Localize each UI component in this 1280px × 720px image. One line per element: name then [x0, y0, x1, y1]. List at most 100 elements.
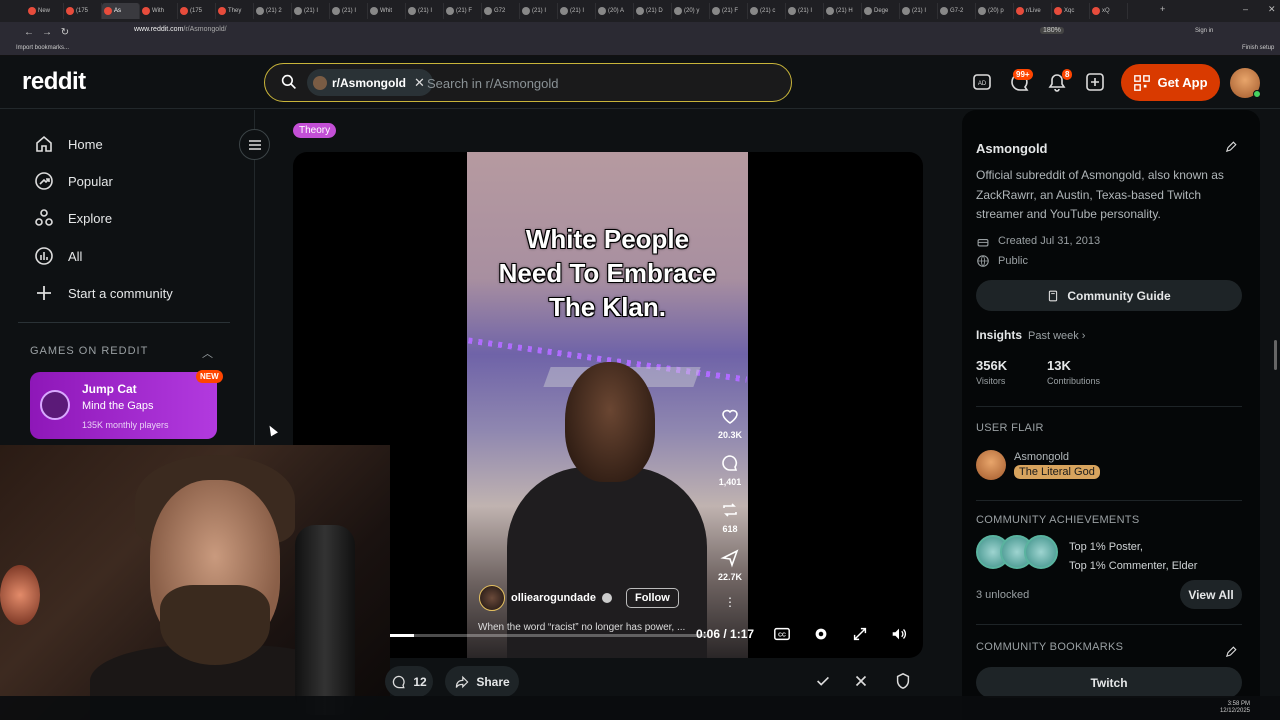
browser-tab[interactable]: (21) F — [444, 3, 482, 19]
browser-tab[interactable]: (21) I — [786, 3, 824, 19]
tab-label: (21) D — [646, 8, 663, 14]
remove-icon[interactable] — [848, 668, 874, 694]
browser-tab[interactable]: (21) 2 — [254, 3, 292, 19]
search-community-chip[interactable]: r/Asmongold ✕ — [307, 69, 433, 96]
forward-icon[interactable]: → — [38, 27, 56, 38]
new-tab-icon[interactable]: + — [1160, 4, 1165, 14]
search-bar[interactable]: r/Asmongold ✕ Search in r/Asmongold — [264, 63, 792, 102]
browser-tab[interactable]: (20) A — [596, 3, 634, 19]
browser-tab[interactable]: They — [216, 3, 254, 19]
page-scrollbar[interactable] — [1274, 340, 1277, 370]
repost-count: 618 — [722, 524, 738, 534]
browser-tab[interactable]: (21) D — [634, 3, 672, 19]
import-bookmarks-link[interactable]: Import bookmarks... — [16, 45, 69, 51]
sidebar-divider — [976, 406, 1242, 407]
url-field[interactable]: www.reddit.com/r/Asmongold/ — [134, 26, 227, 33]
browser-tab[interactable]: (21) I — [558, 3, 596, 19]
video-author[interactable]: olliearogundade Follow — [479, 585, 679, 611]
game-card-jump-cat[interactable]: Jump Cat Mind the Gaps 135K monthly play… — [30, 372, 217, 439]
minimize-icon[interactable]: – — [1243, 4, 1248, 14]
browser-tab[interactable]: (175 — [64, 3, 102, 19]
share-button[interactable]: Share — [445, 666, 519, 697]
browser-tab[interactable]: xQ — [1090, 3, 1128, 19]
browser-tab[interactable]: G7-2 — [938, 3, 976, 19]
browser-tab[interactable]: (21) H — [824, 3, 862, 19]
settings-gear-icon[interactable] — [812, 624, 830, 644]
visibility-label: Public — [998, 255, 1028, 267]
browser-tab[interactable]: Whit — [368, 3, 406, 19]
fullscreen-icon[interactable] — [851, 624, 869, 644]
create-post-icon[interactable] — [1085, 72, 1105, 92]
back-icon[interactable]: ← — [20, 27, 38, 38]
chevron-up-icon[interactable]: ︿ — [202, 345, 213, 361]
reddit-logo[interactable]: reddit — [22, 68, 86, 96]
close-window-icon[interactable]: ✕ — [1268, 4, 1276, 15]
browser-tab[interactable]: r/Live — [1014, 3, 1052, 19]
nav-item-all[interactable]: All — [34, 246, 82, 266]
browser-tab[interactable]: (21) I — [292, 3, 330, 19]
video-repost-button[interactable]: 618 — [715, 500, 745, 534]
like-count: 20.3K — [717, 430, 743, 440]
bookmark-twitch-button[interactable]: Twitch — [976, 667, 1242, 698]
view-all-button[interactable]: View All — [1180, 580, 1242, 609]
finish-setup-link[interactable]: Finish setup — [1242, 45, 1274, 51]
post-flair[interactable]: Theory — [293, 123, 337, 138]
more-options-icon[interactable]: ⋮ — [724, 595, 736, 609]
clock-time: 3:58 PM — [1227, 701, 1250, 707]
achievement-badges[interactable] — [976, 535, 1060, 571]
browser-tab[interactable]: As — [102, 3, 140, 19]
video-progress-bar[interactable] — [389, 634, 709, 637]
system-clock[interactable]: 3:58 PM 12/12/2025 — [1220, 701, 1250, 715]
flair-avatar — [976, 450, 1006, 480]
browser-tab[interactable]: (21) I — [520, 3, 558, 19]
video-time: 0:06 / 1:17 — [696, 627, 755, 641]
approve-icon[interactable] — [810, 668, 836, 694]
achievements-unlocked: 3 unlocked — [976, 589, 1030, 601]
advertise-icon[interactable]: AD — [972, 72, 992, 92]
get-app-button[interactable]: Get App — [1121, 64, 1220, 101]
games-heading[interactable]: GAMES ON REDDIT — [30, 345, 148, 357]
follow-button[interactable]: Follow — [625, 588, 679, 608]
browser-tab[interactable]: (20) p — [976, 3, 1014, 19]
insights-header[interactable]: Insights Past week › — [976, 328, 1085, 342]
zoom-level[interactable]: 180% — [1040, 27, 1064, 34]
browser-tab[interactable]: (175 — [178, 3, 216, 19]
browser-tab[interactable]: Xqc — [1052, 3, 1090, 19]
browser-tab[interactable]: With — [140, 3, 178, 19]
video-like-button[interactable]: 20.3K — [715, 406, 745, 440]
tab-favicon-icon — [522, 7, 530, 15]
collapse-nav-button[interactable] — [239, 129, 270, 160]
edit-bookmarks-icon[interactable] — [1221, 642, 1241, 662]
insights-period[interactable]: Past week — [1028, 330, 1079, 342]
browser-tab[interactable]: New — [26, 3, 64, 19]
tab-label: (175 — [76, 8, 89, 14]
browser-tab[interactable]: G72 — [482, 3, 520, 19]
comments-button[interactable]: 12 — [385, 666, 433, 697]
nav-item-popular[interactable]: Popular — [34, 171, 113, 191]
browser-tab[interactable]: (21) I — [330, 3, 368, 19]
search-input[interactable]: Search in r/Asmongold — [427, 76, 559, 91]
volume-icon[interactable] — [890, 624, 908, 644]
user-avatar[interactable] — [1230, 68, 1261, 98]
browser-tab[interactable]: (21) I — [406, 3, 444, 19]
achievement-badge-icon — [1024, 535, 1058, 569]
clear-chip-icon[interactable]: ✕ — [414, 75, 425, 91]
nav-item-explore[interactable]: Explore — [34, 208, 112, 228]
browser-tab[interactable]: Dege — [862, 3, 900, 19]
browser-tab[interactable]: (21) c — [748, 3, 786, 19]
nav-label: Explore — [68, 210, 113, 226]
video-share-button[interactable]: 22.7K — [715, 548, 745, 582]
video-comment-button[interactable]: 1,401 — [715, 453, 745, 487]
sign-in-link[interactable]: Sign in — [1195, 28, 1213, 34]
browser-tab[interactable]: (21) I — [900, 3, 938, 19]
community-guide-button[interactable]: Community Guide — [976, 280, 1242, 311]
edit-pencil-icon[interactable] — [1221, 137, 1241, 157]
nav-item-start-community[interactable]: Start a community — [34, 283, 173, 303]
reload-icon[interactable]: ↻ — [56, 27, 74, 38]
captions-icon[interactable]: CC — [773, 624, 791, 644]
browser-tab[interactable]: (20) y — [672, 3, 710, 19]
mod-shield-icon[interactable] — [890, 668, 916, 694]
nav-item-home[interactable]: Home — [34, 134, 103, 154]
browser-tab[interactable]: (21) F — [710, 3, 748, 19]
achievement-item: Top 1% Commenter, Elder — [1069, 560, 1198, 572]
